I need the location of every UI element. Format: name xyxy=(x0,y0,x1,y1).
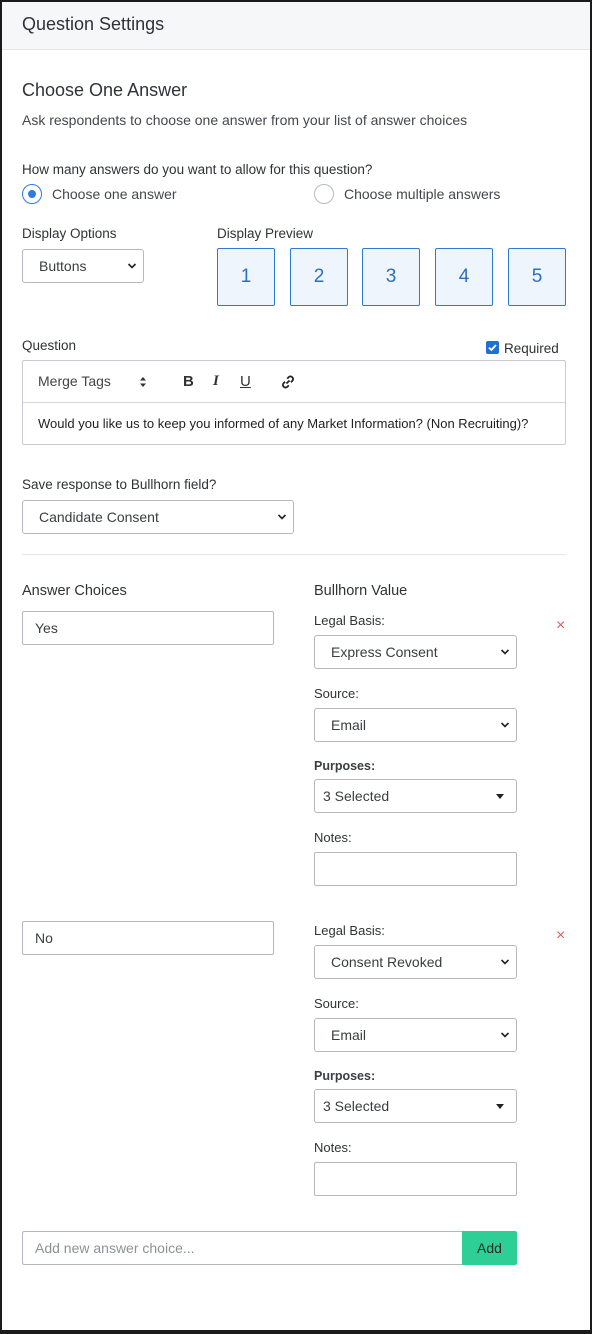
question-text[interactable]: Would you like us to keep you informed o… xyxy=(38,416,528,431)
underline-button[interactable]: U xyxy=(240,373,251,390)
answer-choice-input-2[interactable]: No xyxy=(22,921,274,955)
radio-choose-multiple[interactable]: Choose multiple answers xyxy=(314,184,534,206)
remove-answer-1-icon[interactable]: × xyxy=(556,617,565,635)
merge-tags-dropdown[interactable]: Merge Tags xyxy=(38,373,153,389)
bullhorn-field-label: Save response to Bullhorn field? xyxy=(22,477,217,492)
bullhorn-field-value: Candidate Consent xyxy=(39,509,159,525)
bullhorn-value-header: Bullhorn Value xyxy=(314,583,408,599)
notes-label-1: Notes: xyxy=(314,830,352,845)
radio-choose-multiple-label: Choose multiple answers xyxy=(344,186,501,202)
purposes-value-2: 3 Selected xyxy=(323,1098,390,1114)
legal-basis-value-1: Express Consent xyxy=(331,644,438,660)
preview-button-1[interactable]: 1 xyxy=(217,248,275,306)
display-options-label: Display Options xyxy=(22,226,117,241)
preview-button-5[interactable]: 5 xyxy=(508,248,566,306)
source-value-2: Email xyxy=(331,1027,367,1043)
legal-basis-select-1[interactable]: Express Consent xyxy=(314,635,517,669)
purposes-multiselect-2[interactable]: 3 Selected xyxy=(314,1089,517,1123)
purposes-label-2: Purposes: xyxy=(314,1069,376,1083)
preview-button-2[interactable]: 2 xyxy=(290,248,348,306)
radio-choose-one-label: Choose one answer xyxy=(52,186,177,202)
panel-title: Question Settings xyxy=(22,14,165,34)
remove-answer-2-icon[interactable]: × xyxy=(556,927,565,945)
merge-tags-label: Merge Tags xyxy=(38,373,111,389)
add-answer-input[interactable]: Add new answer choice... xyxy=(22,1231,463,1265)
italic-button[interactable]: I xyxy=(213,373,219,390)
source-label-2: Source: xyxy=(314,996,359,1011)
answers-allowed-label: How many answers do you want to allow fo… xyxy=(22,162,373,177)
section-divider xyxy=(22,554,566,555)
required-checkbox[interactable]: Required xyxy=(486,340,568,358)
answer-choices-header: Answer Choices xyxy=(22,583,127,599)
chevron-down-icon xyxy=(500,722,510,728)
display-options-select[interactable]: Buttons xyxy=(22,249,144,283)
chevron-down-icon xyxy=(277,514,287,520)
question-label: Question xyxy=(22,338,77,353)
display-preview-label: Display Preview xyxy=(217,226,314,241)
chevron-down-icon xyxy=(127,263,137,269)
section-title: Choose One Answer xyxy=(22,80,188,100)
source-select-1[interactable]: Email xyxy=(314,708,517,742)
checkbox-checked-icon[interactable] xyxy=(486,341,499,354)
section-description: Ask respondents to choose one answer fro… xyxy=(22,112,468,128)
legal-basis-label-1: Legal Basis: xyxy=(314,613,385,628)
notes-input-2[interactable] xyxy=(314,1162,517,1196)
radio-unselected-icon[interactable] xyxy=(314,184,334,204)
radio-choose-one[interactable]: Choose one answer xyxy=(22,184,202,206)
display-options-value: Buttons xyxy=(39,258,87,274)
legal-basis-value-2: Consent Revoked xyxy=(331,954,443,970)
link-icon xyxy=(282,375,294,389)
notes-label-2: Notes: xyxy=(314,1140,352,1155)
source-select-2[interactable]: Email xyxy=(314,1018,517,1052)
chevron-down-icon xyxy=(500,649,510,655)
required-label: Required xyxy=(504,341,559,356)
source-value-1: Email xyxy=(331,717,367,733)
purposes-value-1: 3 Selected xyxy=(323,788,390,804)
caret-down-icon xyxy=(496,1104,504,1109)
radio-selected-icon[interactable] xyxy=(22,184,42,204)
bold-button[interactable]: B xyxy=(183,373,194,390)
link-button[interactable] xyxy=(280,374,296,393)
purposes-label-1: Purposes: xyxy=(314,759,376,773)
panel-header: Question Settings xyxy=(2,2,590,50)
answer-choice-input-1[interactable]: Yes xyxy=(22,611,274,645)
question-settings-panel: Question Settings Choose One Answer Ask … xyxy=(0,0,592,1334)
chevron-down-icon xyxy=(500,1032,510,1038)
preview-button-4[interactable]: 4 xyxy=(435,248,493,306)
source-label-1: Source: xyxy=(314,686,359,701)
legal-basis-label-2: Legal Basis: xyxy=(314,923,385,938)
editor-toolbar: Merge Tags B I U xyxy=(23,361,565,403)
chevron-down-icon xyxy=(500,959,510,965)
sort-arrows-icon xyxy=(140,377,146,387)
purposes-multiselect-1[interactable]: 3 Selected xyxy=(314,779,517,813)
caret-down-icon xyxy=(496,794,504,799)
legal-basis-select-2[interactable]: Consent Revoked xyxy=(314,945,517,979)
add-answer-button[interactable]: Add xyxy=(462,1231,517,1265)
bullhorn-field-select[interactable]: Candidate Consent xyxy=(22,500,294,534)
notes-input-1[interactable] xyxy=(314,852,517,886)
question-editor[interactable]: Merge Tags B I U Would you like us to ke… xyxy=(22,360,566,445)
preview-button-3[interactable]: 3 xyxy=(362,248,420,306)
